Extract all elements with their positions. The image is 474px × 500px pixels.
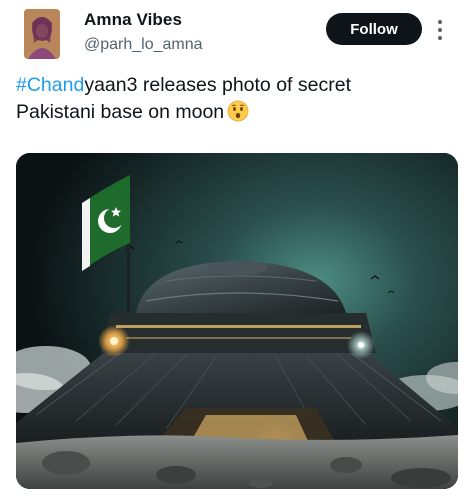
tweet-text-line-1: #Chandyaan3 releases photo of secret (16, 72, 456, 99)
hashtag-link[interactable]: #Chand (16, 74, 84, 96)
tweet-text-fragment: Pakistani base on moon (16, 101, 225, 123)
tweet-image[interactable] (16, 153, 458, 489)
display-name[interactable]: Amna Vibes (84, 10, 182, 30)
user-handle[interactable]: @parh_lo_amna (84, 36, 203, 54)
avatar[interactable] (24, 9, 60, 59)
tweet-text: #Chandyaan3 releases photo of secret Pak… (16, 72, 456, 126)
moon-base-illustration (16, 153, 458, 489)
astonished-face-emoji-icon (227, 100, 249, 122)
more-options-icon[interactable] (433, 18, 447, 42)
tweet-text-line-2: Pakistani base on moon (16, 99, 456, 126)
follow-button[interactable]: Follow (326, 13, 422, 45)
tweet-header: Amna Vibes @parh_lo_amna Follow (0, 0, 474, 70)
tweet-card: Amna Vibes @parh_lo_amna Follow #Chandya… (0, 0, 474, 500)
tweet-text-fragment: yaan3 releases photo of secret (84, 74, 351, 96)
